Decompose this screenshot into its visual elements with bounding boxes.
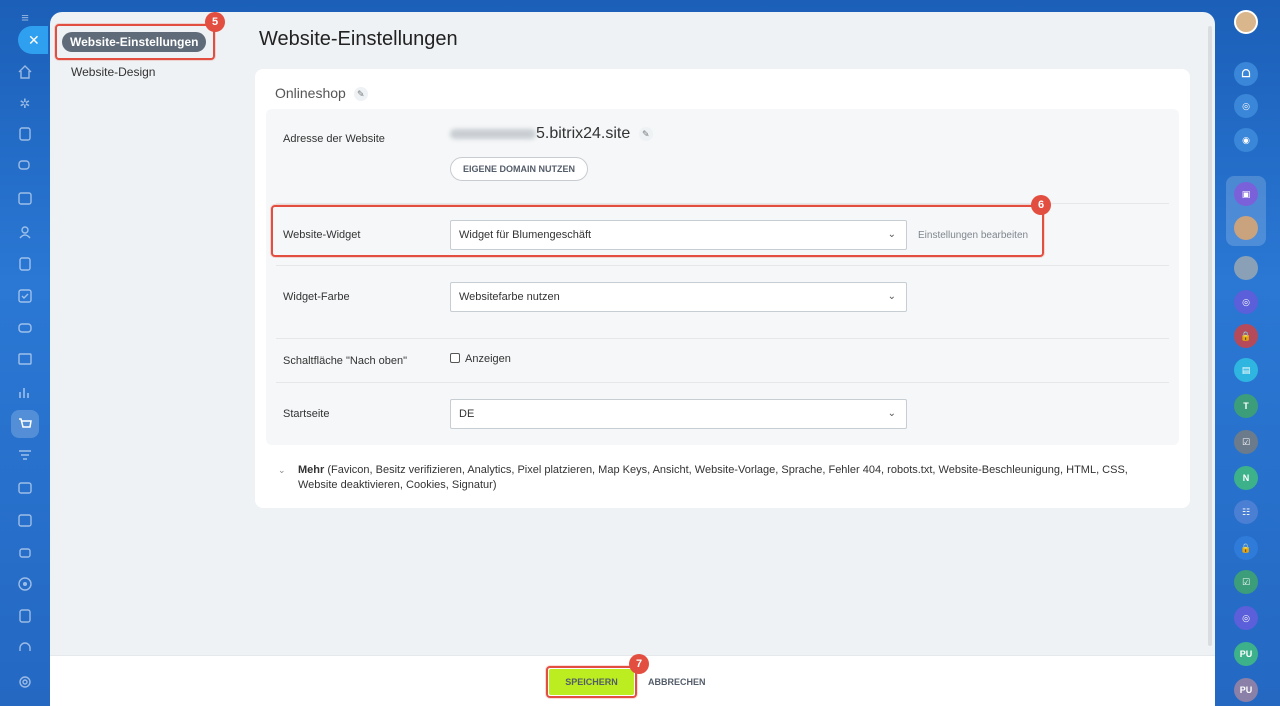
site-domain: 5.bitrix24.site ✎ <box>450 125 653 143</box>
avatar-pu-2[interactable]: PU <box>1234 678 1258 702</box>
feed-icon[interactable] <box>17 126 33 142</box>
scrollbar[interactable] <box>1208 26 1212 646</box>
own-domain-button[interactable]: EIGENE DOMAIN NUTZEN <box>450 157 589 181</box>
divider <box>276 382 1169 383</box>
gear-icon[interactable] <box>17 674 33 690</box>
step-badge-6: 6 <box>1031 195 1051 215</box>
settings-sidebar: Website-Einstellungen Website-Design 5 <box>50 12 250 706</box>
copilot-chat-icon[interactable]: ◎ <box>1234 290 1258 314</box>
lock-channel-icon[interactable]: 🔒 <box>1234 536 1258 560</box>
sites-icon[interactable] <box>17 352 33 368</box>
section-title-text: Onlineshop <box>275 85 346 101</box>
blurred-subdomain <box>450 128 536 139</box>
step-badge-5: 5 <box>205 12 225 32</box>
group-avatar[interactable] <box>1234 256 1258 280</box>
search-chat-icon[interactable]: ◉ <box>1234 128 1258 152</box>
edit-pencil-icon[interactable]: ✎ <box>353 87 368 102</box>
start-page-select[interactable]: DE ⌄ <box>450 399 907 429</box>
task-channel-icon[interactable]: ☑ <box>1234 570 1258 594</box>
copilot-icon[interactable]: ◎ <box>1234 94 1258 118</box>
open-channel-icon[interactable]: ▤ <box>1234 358 1258 382</box>
footer-bar: SPEICHERN ABBRECHEN 7 <box>50 654 1215 706</box>
right-rail: ◎ ◉ ▣ ◎ 🔒 ▤ T ☑ N ☷ 🔒 ☑ ◎ PU PU <box>1214 0 1280 706</box>
sidebar-item-website-design[interactable]: Website-Design <box>71 65 155 79</box>
employees-icon[interactable] <box>17 224 33 240</box>
domain-edit-pencil-icon[interactable]: ✎ <box>638 126 653 141</box>
marketing-icon[interactable] <box>17 480 33 496</box>
chevron-down-icon: ⌄ <box>887 408 896 419</box>
copilot-channel-icon[interactable]: ◎ <box>1234 606 1258 630</box>
widget-color-select-value: Websitefarbe nutzen <box>459 291 560 303</box>
back-to-top-checkbox-label: Anzeigen <box>465 353 511 365</box>
lock-chat-icon[interactable]: 🔒 <box>1234 324 1258 348</box>
chevron-down-icon: ⌄ <box>278 465 286 475</box>
divider <box>276 338 1169 339</box>
widget-color-label: Widget-Farbe <box>283 291 350 303</box>
avatar-t[interactable]: T <box>1234 394 1258 418</box>
settings-card: Onlineshop ✎ Adresse der Website 5.bitri… <box>255 69 1190 508</box>
sign-icon[interactable] <box>17 608 33 624</box>
cancel-button[interactable]: ABBRECHEN <box>648 669 706 695</box>
documents-icon[interactable] <box>17 256 33 272</box>
start-page-label: Startseite <box>283 408 330 420</box>
booking-icon[interactable] <box>17 512 33 528</box>
back-to-top-checkbox-row[interactable]: Anzeigen <box>450 353 511 365</box>
start-page-select-value: DE <box>459 408 475 420</box>
settings-slider-panel: Website-Einstellungen Website-Design 5 W… <box>50 12 1215 706</box>
more-title: Mehr <box>298 464 325 476</box>
avatar-pu-1[interactable]: PU <box>1234 642 1258 666</box>
user-avatar[interactable] <box>1234 10 1258 34</box>
back-to-top-checkbox[interactable] <box>450 353 460 363</box>
section-title: Onlineshop ✎ <box>275 85 368 102</box>
highlight-box-step7 <box>546 666 637 698</box>
funnel-icon[interactable] <box>17 448 33 464</box>
divider <box>276 265 1169 266</box>
page-title: Website-Einstellungen <box>259 28 458 50</box>
domain-suffix: 5.bitrix24.site <box>536 125 631 142</box>
step-badge-7: 7 <box>629 654 649 674</box>
calendar-icon[interactable] <box>17 190 33 206</box>
home-icon[interactable] <box>17 64 33 80</box>
shop-cart-icon[interactable] <box>17 416 33 432</box>
site-address-label: Adresse der Website <box>283 133 385 145</box>
analytics-icon[interactable] <box>17 384 33 400</box>
more-settings-toggle[interactable]: ⌄ Mehr (Favicon, Besitz verifizieren, An… <box>278 463 1158 493</box>
headset-icon[interactable] <box>17 640 33 656</box>
notes-icon[interactable]: ▣ <box>1234 182 1258 206</box>
target-icon[interactable] <box>17 576 33 592</box>
team-icon[interactable]: ☷ <box>1234 500 1258 524</box>
back-to-top-label: Schaltfläche "Nach oben" <box>283 355 407 367</box>
highlight-box-step5 <box>55 24 215 60</box>
close-slider-button[interactable]: ✕ <box>18 26 48 54</box>
avatar-n[interactable]: N <box>1234 466 1258 490</box>
highlight-box-step6 <box>271 205 1044 257</box>
puzzle-icon[interactable]: ✲ <box>17 96 33 112</box>
menu-icon[interactable]: ≡ <box>17 10 33 26</box>
contact-avatar[interactable] <box>1234 216 1258 240</box>
widget-color-select[interactable]: Websitefarbe nutzen ⌄ <box>450 282 907 312</box>
left-navigation-rail: ≡ ✕ ✲ <box>0 0 50 706</box>
crm-icon[interactable] <box>17 320 33 336</box>
tasks-icon[interactable] <box>17 288 33 304</box>
more-details: (Favicon, Besitz verifizieren, Analytics… <box>298 464 1128 491</box>
task-chat-icon[interactable]: ☑ <box>1234 430 1258 454</box>
bell-icon[interactable] <box>1234 62 1258 86</box>
robot-icon[interactable] <box>17 544 33 560</box>
settings-block: Adresse der Website 5.bitrix24.site ✎ EI… <box>266 109 1179 445</box>
chevron-down-icon: ⌄ <box>887 291 896 302</box>
chat-icon[interactable] <box>17 158 33 174</box>
